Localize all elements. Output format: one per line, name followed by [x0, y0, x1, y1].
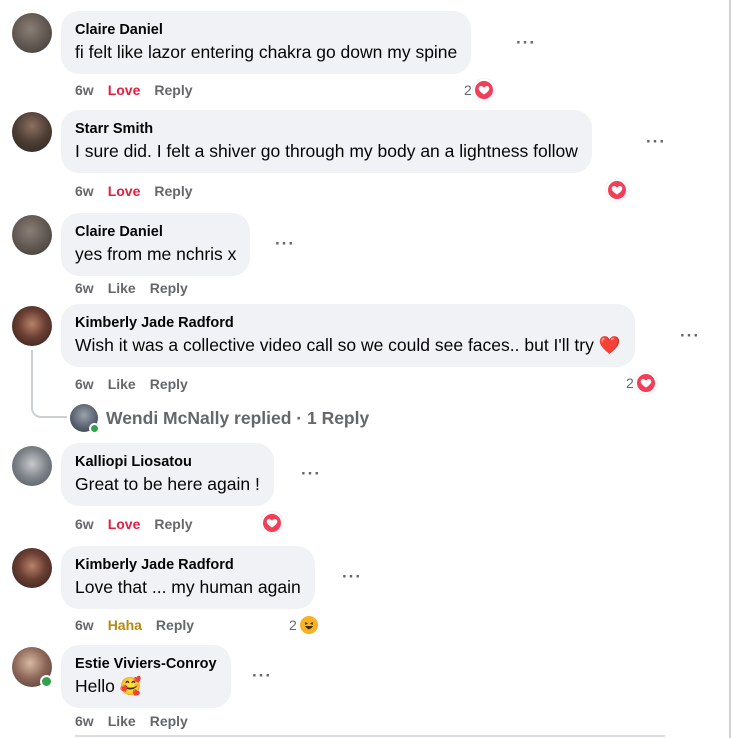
smiling-face-with-hearts-emoji-icon: 🥰 [119, 676, 142, 696]
love-reaction-button[interactable]: Love [108, 516, 141, 532]
comment-text: I sure did. I felt a shiver go through m… [75, 141, 578, 161]
comment-bubble: Kimberly Jade Radford Love that ... my h… [61, 546, 315, 609]
like-button[interactable]: Like [108, 376, 136, 392]
avatar[interactable] [12, 13, 52, 53]
comment-text: fi felt like lazor entering chakra go do… [75, 42, 458, 62]
comment-text-body: Wish it was a collective video call so w… [75, 335, 594, 355]
avatar[interactable] [12, 306, 52, 346]
comment-actions: 6w Like Reply [75, 713, 202, 729]
avatar[interactable] [12, 112, 52, 152]
comment-bubble: Starr Smith I sure did. I felt a shiver … [61, 110, 592, 173]
more-options-icon[interactable]: ··· [275, 235, 295, 252]
timestamp[interactable]: 6w [75, 617, 94, 633]
avatar[interactable] [12, 446, 52, 486]
author-name[interactable]: Estie Viviers-Conroy [75, 655, 217, 674]
like-button[interactable]: Like [108, 713, 136, 729]
reply-button[interactable]: Reply [154, 183, 192, 199]
comment-bubble: Kimberly Jade Radford Wish it was a coll… [61, 304, 635, 367]
reaction-summary[interactable]: 2 [289, 614, 320, 636]
author-name[interactable]: Starr Smith [75, 120, 578, 139]
reply-button[interactable]: Reply [156, 617, 194, 633]
reply-button[interactable]: Reply [150, 376, 188, 392]
reply-button[interactable]: Reply [150, 280, 188, 296]
comment-actions: 6w Like Reply [75, 376, 202, 392]
replies-text[interactable]: Wendi McNally replied · 1 Reply [106, 408, 369, 429]
avatar[interactable] [12, 215, 52, 255]
reaction-summary[interactable] [261, 512, 283, 534]
comment-text: yes from me nchris x [75, 244, 237, 264]
heart-icon [634, 372, 657, 394]
view-replies-link[interactable]: Wendi McNally replied · 1 Reply [70, 404, 369, 434]
reply-button[interactable]: Reply [154, 516, 192, 532]
online-status-icon [40, 675, 53, 688]
comment-bubble: Kalliopi Liosatou Great to be here again… [61, 443, 274, 506]
more-options-icon[interactable]: ··· [252, 667, 272, 684]
comment-text-body: Hello [75, 676, 115, 696]
timestamp[interactable]: 6w [75, 183, 94, 199]
reply-button[interactable]: Reply [154, 82, 192, 98]
comment-actions: 6w Love Reply [75, 82, 207, 98]
avatar[interactable] [12, 647, 53, 688]
comment-actions: 6w Love Reply [75, 516, 207, 532]
more-options-icon[interactable]: ··· [646, 133, 666, 150]
reply-button[interactable]: Reply [150, 713, 188, 729]
heart-icon [472, 79, 495, 101]
reaction-summary[interactable]: 2 [626, 372, 657, 394]
more-options-icon[interactable]: ··· [342, 568, 362, 585]
author-name[interactable]: Claire Daniel [75, 21, 457, 40]
haha-reaction-button[interactable]: Haha [108, 617, 142, 633]
thread-connector [31, 350, 67, 418]
timestamp[interactable]: 6w [75, 516, 94, 532]
comment-text: Love that ... my human again [75, 577, 301, 597]
author-name[interactable]: Kalliopi Liosatou [75, 453, 260, 472]
more-options-icon[interactable]: ··· [516, 34, 536, 51]
comment-bubble: Claire Daniel fi felt like lazor enterin… [61, 11, 472, 74]
heart-icon [261, 512, 283, 534]
comment-bubble: Estie Viviers-Conroy Hello 🥰 [61, 645, 231, 708]
heart-icon [606, 179, 628, 201]
timestamp[interactable]: 6w [75, 376, 94, 392]
reaction-count: 2 [289, 617, 297, 633]
red-heart-emoji-icon: ❤️ [598, 335, 621, 355]
avatar [70, 404, 100, 434]
reaction-summary[interactable] [606, 179, 628, 201]
avatar[interactable] [12, 548, 52, 588]
timestamp[interactable]: 6w [75, 713, 94, 729]
comment-text: Hello 🥰 [75, 674, 217, 698]
divider [75, 735, 665, 737]
author-name[interactable]: Claire Daniel [75, 223, 236, 242]
comment-actions: 6w Like Reply [75, 280, 202, 296]
reaction-count: 2 [464, 82, 472, 98]
author-name[interactable]: Kimberly Jade Radford [75, 314, 621, 333]
comment-bubble: Claire Daniel yes from me nchris x [61, 213, 251, 276]
more-options-icon[interactable]: ··· [680, 327, 700, 344]
comment-text: Wish it was a collective video call so w… [75, 333, 621, 357]
online-status-icon [89, 423, 100, 434]
like-button[interactable]: Like [108, 280, 136, 296]
timestamp[interactable]: 6w [75, 280, 94, 296]
timestamp[interactable]: 6w [75, 82, 94, 98]
author-name[interactable]: Kimberly Jade Radford [75, 556, 301, 575]
reaction-summary[interactable]: 2 [464, 79, 495, 101]
comment-actions: 6w Haha Reply [75, 617, 208, 633]
comment-actions: 6w Love Reply [75, 183, 207, 199]
love-reaction-button[interactable]: Love [108, 183, 141, 199]
comment-text: Great to be here again ! [75, 474, 260, 494]
haha-icon [297, 614, 320, 636]
love-reaction-button[interactable]: Love [108, 82, 141, 98]
reaction-count: 2 [626, 375, 634, 391]
more-options-icon[interactable]: ··· [301, 465, 321, 482]
